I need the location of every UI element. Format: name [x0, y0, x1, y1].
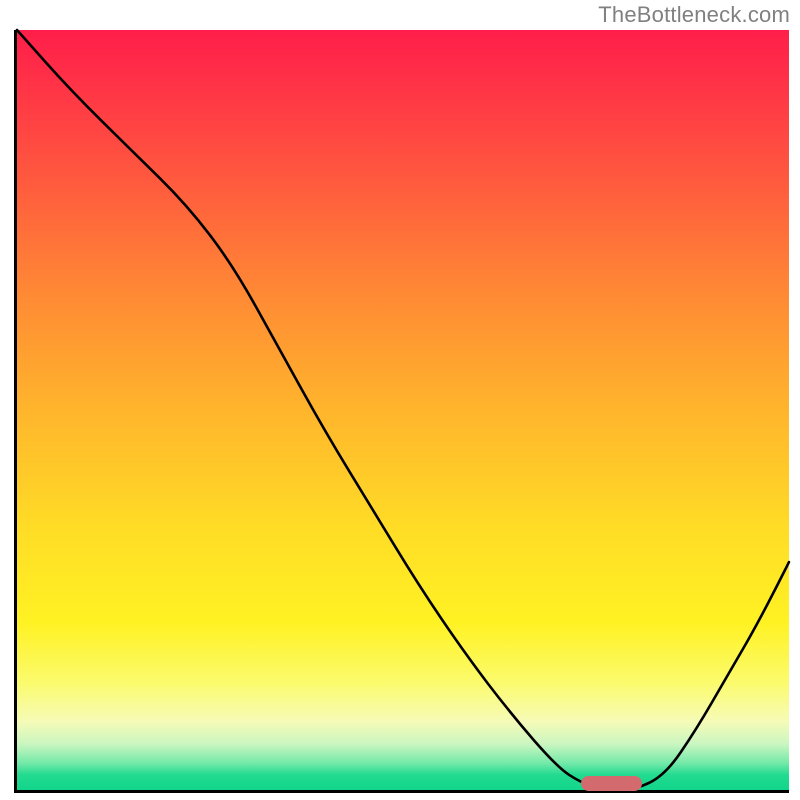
curve-layer — [17, 30, 789, 790]
plot-area — [14, 30, 789, 793]
optimal-marker — [581, 776, 643, 791]
attribution-text: TheBottleneck.com — [598, 2, 790, 28]
bottleneck-curve — [17, 30, 789, 790]
chart-container: TheBottleneck.com — [0, 0, 800, 800]
